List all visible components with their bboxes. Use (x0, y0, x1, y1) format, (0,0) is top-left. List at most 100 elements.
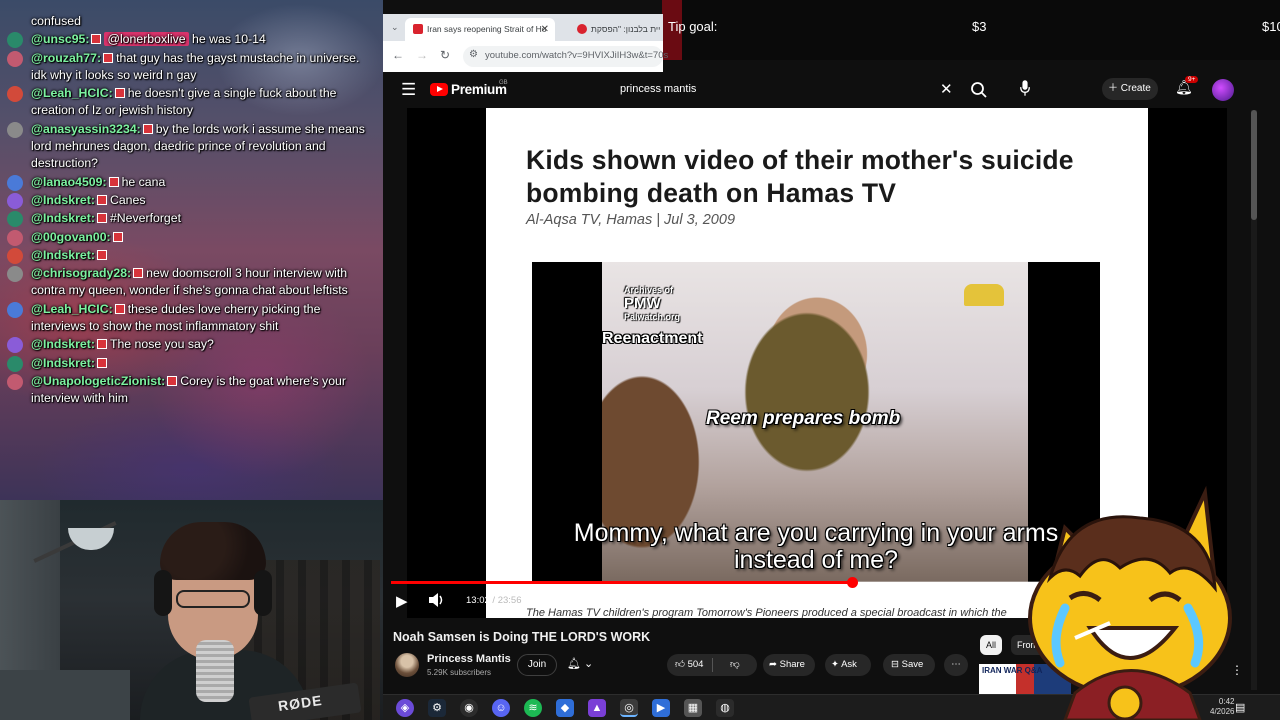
article-title: Kids shown video of their mother's suici… (526, 145, 1074, 208)
chat-username[interactable]: @Indskret: (31, 356, 95, 370)
bell-icon: 🔔︎ (567, 658, 581, 670)
steam-icon[interactable]: ⚙ (428, 699, 446, 717)
chat-text: he cana (121, 174, 166, 189)
chat-message: confused (6, 13, 378, 30)
chat-username[interactable]: @Leah_HCIC: (31, 302, 113, 316)
volume-icon[interactable] (428, 592, 446, 608)
browser-tab-active[interactable]: Iran says reopening Strait of Ho ✕ (405, 18, 555, 41)
save-button[interactable]: ⊟ Save (883, 654, 935, 676)
app-icon[interactable]: ▶ (652, 699, 670, 717)
tip-goal-current: $3 (972, 19, 987, 34)
streamer-hair (160, 522, 266, 580)
chat-username[interactable]: @unsc95: (31, 32, 89, 46)
app-icon[interactable]: ◆ (556, 699, 574, 717)
youtube-region: GB (499, 80, 508, 86)
chat-badge-icon (91, 34, 102, 45)
app-icon[interactable]: ◈ (396, 699, 414, 717)
share-icon: ➦ (769, 659, 777, 670)
chrome-icon[interactable]: ◎ (620, 699, 638, 717)
avatar[interactable] (1212, 79, 1234, 101)
forward-arrow-icon[interactable]: → (416, 48, 428, 62)
chat-badge-icon (133, 268, 144, 279)
chat-message: @chrisogrady28: new doomscroll 3 hour int… (6, 265, 378, 300)
chat-text: #Neverforget (109, 211, 182, 226)
tab-list-chevron-icon[interactable]: ⌄ (391, 22, 399, 33)
create-button[interactable]: ＋ Create (1102, 78, 1158, 100)
thumbs-down-icon[interactable]: 👎︎ (730, 654, 740, 676)
tab-strip: ⌄ Iran says reopening Strait of Ho ✕ יית… (383, 14, 663, 41)
app-icon[interactable]: ▲ (588, 699, 606, 717)
more-actions-icon[interactable]: ⋯ (944, 654, 968, 676)
chat-username[interactable]: @Indskret: (31, 337, 95, 351)
chat-username[interactable]: @UnapologeticZionist: (31, 374, 165, 388)
chat-username[interactable]: @Leah_HCIC: (31, 86, 113, 100)
chat-username[interactable]: @Indskret: (31, 211, 95, 225)
chat-avatar-icon (7, 121, 23, 138)
youtube-logo-icon[interactable] (430, 83, 448, 96)
progress-played (391, 581, 853, 584)
discord-icon[interactable]: ☺ (492, 699, 510, 717)
chat-username[interactable]: @lanao4509: (31, 175, 107, 189)
youtube-header: ☰ Premium GB princess mantis ✕ ＋ Create … (383, 72, 1253, 108)
chat-username[interactable]: @chrisogrady28: (31, 266, 131, 280)
obs-icon[interactable]: ◉ (460, 699, 478, 717)
chat-username[interactable]: @Indskret: (31, 193, 95, 207)
chat-username[interactable]: @00govan00: (31, 230, 111, 244)
browser-tab[interactable]: יית בלבנון: "הפסקת (569, 18, 663, 41)
calculator-icon[interactable]: ▦ (684, 699, 702, 717)
tip-goal-target: $10 (1262, 19, 1280, 34)
channel-logo-icon (964, 284, 1004, 306)
site-info-icon[interactable]: ⚙ (469, 49, 478, 60)
like-count: 504 (687, 659, 704, 670)
chat-avatar-icon (7, 32, 23, 49)
chat-text: he was 10-14 (192, 32, 266, 47)
chat-avatar-icon (7, 174, 23, 191)
channel-name[interactable]: Princess Mantis (427, 653, 511, 665)
ask-button[interactable]: ✦ Ask (825, 654, 871, 676)
chat-username[interactable]: @anasyassin3234: (31, 122, 141, 136)
browser-chrome: ⌄ Iran says reopening Strait of Ho ✕ יית… (383, 14, 668, 72)
hamburger-menu-icon[interactable]: ☰ (401, 80, 416, 100)
tab-close-icon[interactable]: ✕ (541, 18, 549, 41)
scrollbar-thumb[interactable] (1251, 110, 1257, 220)
chevron-down-icon: ⌄ (584, 658, 594, 670)
back-arrow-icon[interactable]: ← (392, 48, 404, 62)
chat-username[interactable]: @Indskret: (31, 248, 95, 262)
microphone (196, 640, 234, 702)
play-icon[interactable]: ▶ (396, 592, 408, 610)
voice-search-icon[interactable] (1019, 79, 1031, 97)
webcam-shelf (0, 670, 130, 720)
clear-search-icon[interactable]: ✕ (940, 80, 953, 98)
video-title: Noah Samsen is Doing THE LORD'S WORK (393, 630, 651, 644)
cat-mascot-overlay (1028, 485, 1232, 720)
address-bar[interactable]: ⚙ youtube.com/watch?v=9HVIXJiIH3w&t=70s (463, 46, 668, 67)
channel-avatar[interactable] (395, 653, 419, 677)
thumbs-up-icon: 👍︎ (675, 659, 685, 670)
chat-avatar-icon (7, 373, 23, 390)
chat-avatar-icon (7, 229, 23, 246)
ask-label: Ask (841, 659, 857, 670)
spotify-icon[interactable]: ≋ (524, 699, 542, 717)
chat-badge-icon (96, 249, 107, 260)
search-input[interactable]: princess mantis ✕ (608, 78, 968, 102)
save-label: Save (901, 659, 924, 670)
search-query: princess mantis (620, 83, 697, 95)
app-icon[interactable]: ◍ (716, 699, 734, 717)
headphone-left (154, 570, 172, 616)
chat-username[interactable]: @rouzah77: (31, 51, 101, 65)
video-time: 13:02 / 23:56 (466, 595, 521, 606)
chat-message: @Leah_HCIC: these dudes love cherry picki… (6, 301, 378, 336)
page-scrollbar[interactable] (1251, 110, 1257, 690)
reload-icon[interactable]: ↻ (440, 48, 450, 62)
chat-avatar-icon (7, 192, 23, 209)
chat-avatar-icon (7, 247, 23, 264)
subscription-bell-button[interactable]: 🔔︎ ⌄ (567, 657, 593, 670)
share-button[interactable]: ➦ Share (763, 654, 815, 676)
like-button[interactable]: 👍︎ 504 (675, 659, 703, 670)
search-icon[interactable] (968, 79, 990, 101)
chat-avatar-icon (7, 355, 23, 372)
join-button[interactable]: Join (517, 654, 557, 676)
tip-goal-label: Tip goal: (668, 19, 718, 34)
chip-all[interactable]: All (980, 635, 1003, 655)
webcam-feed: RØDE (0, 500, 383, 720)
